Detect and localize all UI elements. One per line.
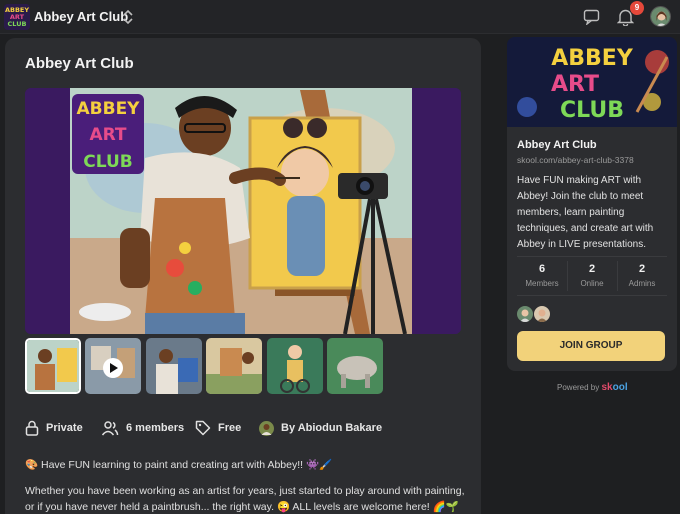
- price-label: Free: [218, 422, 242, 434]
- group-meta: Private 6 members Free By Abiodun Bakare: [25, 418, 465, 438]
- skool-logo: skool: [601, 382, 627, 393]
- skool-logo-part-1: sk: [601, 382, 613, 393]
- member-avatar[interactable]: [517, 306, 533, 322]
- thumbnail-5[interactable]: [267, 338, 323, 394]
- join-group-button[interactable]: JOIN GROUP: [517, 331, 665, 361]
- stat-label: Admins: [628, 279, 656, 288]
- privacy-info: Private: [25, 418, 83, 438]
- sidebar-group-name: Abbey Art Club: [517, 139, 597, 151]
- logo-text-3: CLUB: [8, 20, 27, 28]
- owner-avatar: [259, 420, 274, 436]
- thumbnail-1[interactable]: [25, 338, 81, 394]
- powered-by[interactable]: Powered by skool: [557, 382, 628, 393]
- hero-logo-text-1: ABBEY: [77, 99, 141, 119]
- members-info[interactable]: 6 members: [101, 418, 184, 438]
- group-banner: ABBEY ART CLUB: [507, 37, 677, 127]
- owner-info[interactable]: By Abiodun Bakare: [259, 418, 382, 438]
- switch-icon[interactable]: [121, 9, 135, 25]
- hero-image[interactable]: ABBEY ART CLUB: [25, 88, 461, 334]
- chat-icon[interactable]: [583, 9, 600, 25]
- lock-icon: [25, 420, 39, 436]
- thumbnail-2[interactable]: [85, 338, 141, 394]
- top-bar: ABBEY ART CLUB Abbey Art Club 9: [0, 0, 680, 34]
- skool-logo-part-2: ool: [612, 382, 628, 393]
- stat-value: 6: [538, 263, 546, 275]
- stat-value: 2: [588, 263, 596, 275]
- description-line-1: 🎨 Have FUN learning to paint and creatin…: [25, 459, 333, 471]
- sidebar-description: Have FUN making ART with Abbey! Join the…: [517, 175, 654, 250]
- user-avatar[interactable]: [650, 6, 671, 27]
- owner-label: By Abiodun Bakare: [281, 422, 383, 434]
- stat-online[interactable]: 2 Online: [567, 263, 617, 288]
- member-avatar[interactable]: [534, 306, 550, 322]
- group-sidebar-card: ABBEY ART CLUB Abbey Art Club skool.com/…: [507, 37, 677, 371]
- group-stats: 6 Members 2 Online 2 Admins: [517, 256, 667, 296]
- stat-members[interactable]: 6 Members: [517, 263, 567, 288]
- group-about-card: Abbey Art Club ABBEY ART CLUB Private 6 …: [5, 38, 481, 514]
- group-logo[interactable]: ABBEY ART CLUB: [4, 4, 30, 30]
- privacy-label: Private: [46, 422, 83, 434]
- powered-label: Powered by: [557, 383, 600, 392]
- thumbnail-3[interactable]: [146, 338, 202, 394]
- thumbnail-4[interactable]: [206, 338, 262, 394]
- app-title[interactable]: Abbey Art Club: [34, 9, 128, 24]
- tag-icon: [195, 420, 211, 436]
- banner-text-1: ABBEY: [551, 46, 634, 71]
- members-count: 6 members: [126, 422, 185, 434]
- description-line-2: Whether you have been working as an arti…: [25, 485, 465, 513]
- thumbnail-6[interactable]: [327, 338, 383, 394]
- sidebar-group-url[interactable]: skool.com/abbey-art-club-3378: [517, 155, 634, 165]
- notification-badge: 9: [630, 1, 644, 15]
- banner-text-3: CLUB: [560, 98, 624, 123]
- hero-logo-text-2: ART: [89, 125, 126, 145]
- stat-label: Members: [525, 279, 559, 288]
- price-info: Free: [195, 418, 241, 438]
- stat-value: 2: [638, 263, 646, 275]
- hero-logo-text-3: CLUB: [83, 152, 132, 172]
- group-title: Abbey Art Club: [25, 55, 134, 72]
- media-thumbnails: [25, 338, 465, 395]
- stat-label: Online: [580, 279, 604, 288]
- stat-admins[interactable]: 2 Admins: [617, 263, 667, 288]
- members-icon: [101, 421, 119, 436]
- banner-text-2: ART: [551, 72, 599, 97]
